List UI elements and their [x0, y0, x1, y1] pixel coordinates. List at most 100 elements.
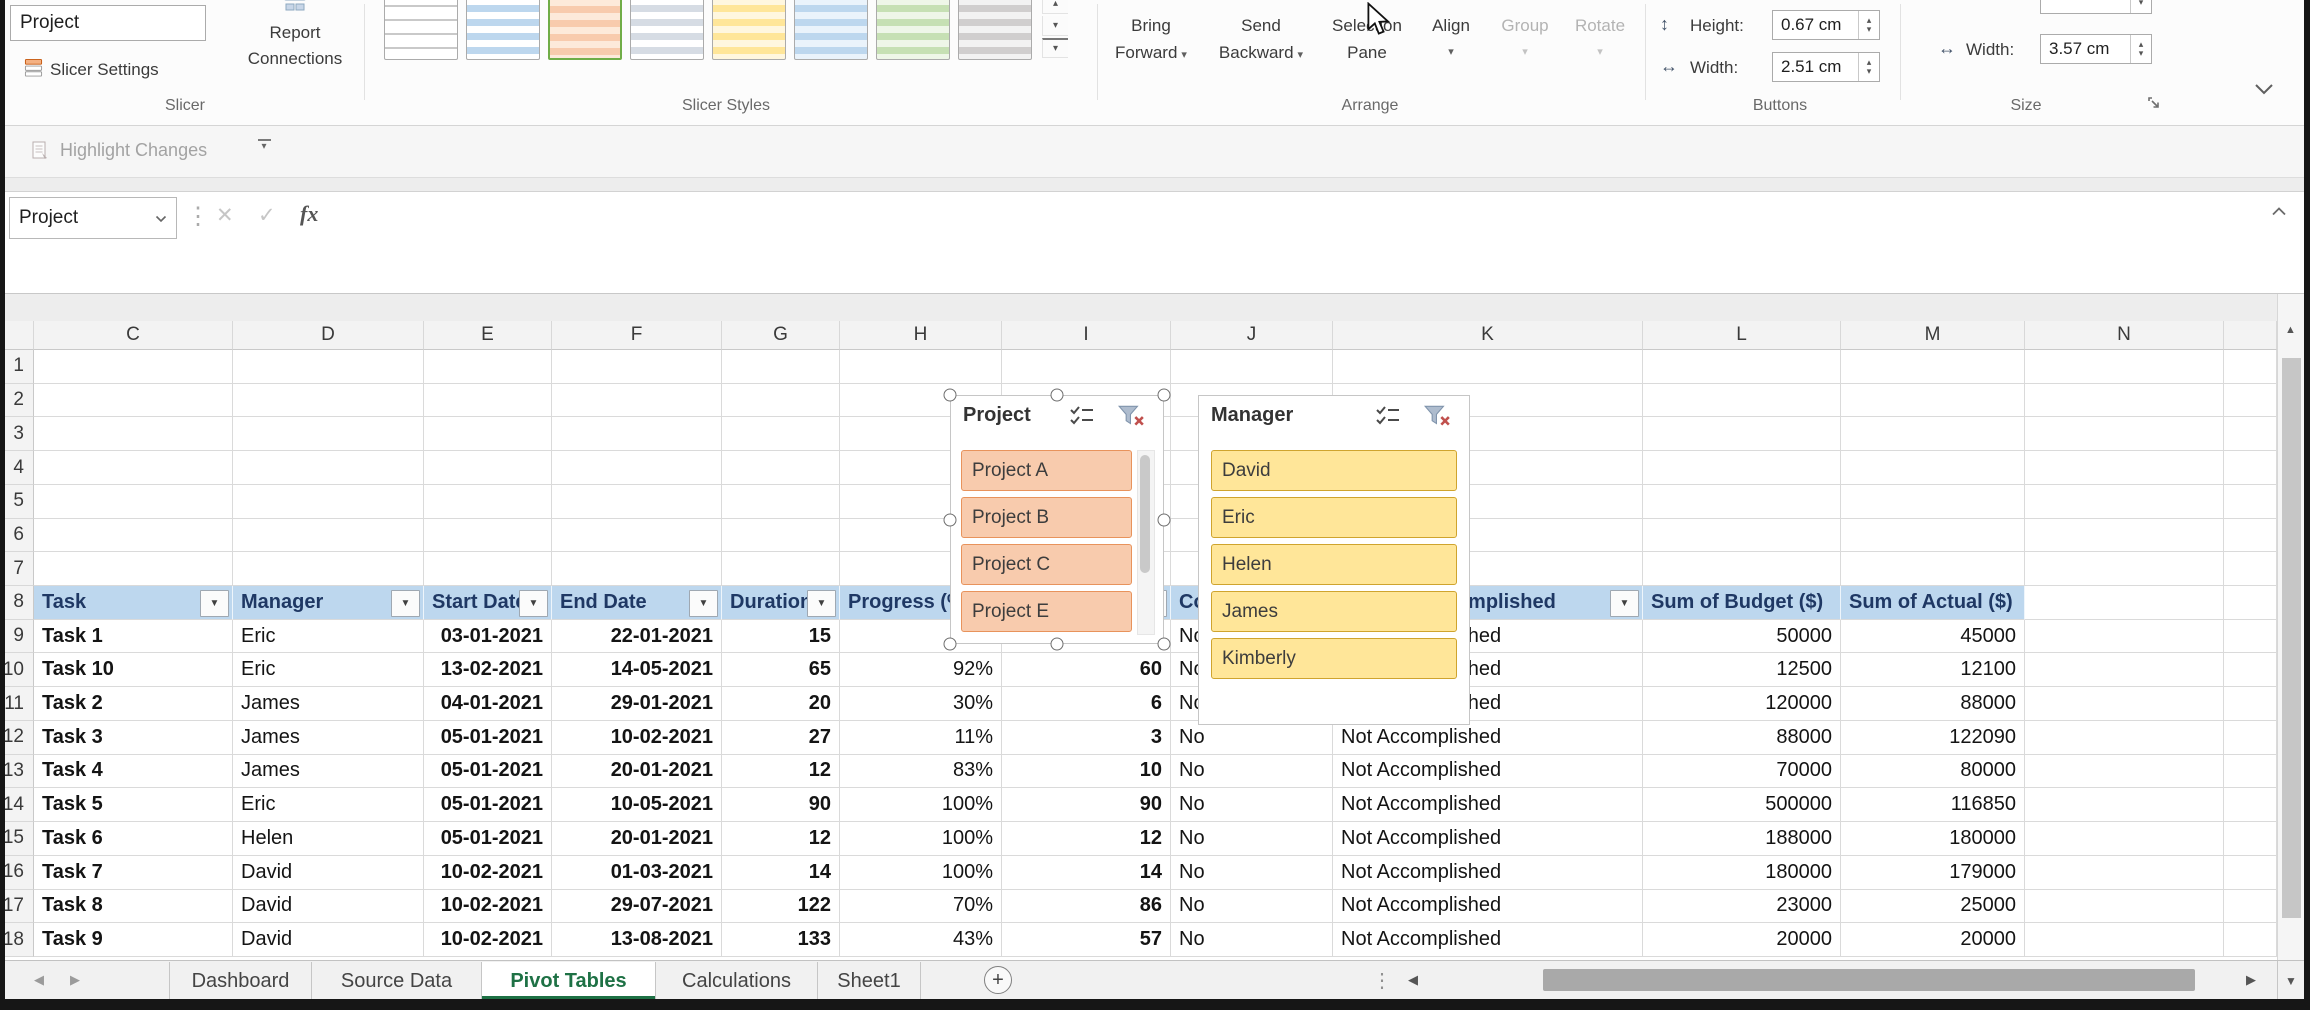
- cell-G6[interactable]: [722, 519, 840, 553]
- cell-G18[interactable]: 133: [722, 923, 840, 957]
- sheet-tab-sheet1[interactable]: Sheet1: [818, 962, 921, 1000]
- slicer-item-Project E[interactable]: Project E: [961, 591, 1132, 632]
- row-header-8[interactable]: 8: [0, 586, 34, 620]
- row-header-14[interactable]: 14: [0, 788, 34, 822]
- cell-M14[interactable]: 116850: [1841, 788, 2025, 822]
- cell-partial3[interactable]: [2224, 417, 2277, 451]
- size-height-spinner[interactable]: ▴▾: [2130, 0, 2151, 13]
- cell-N9[interactable]: [2025, 620, 2224, 654]
- row-header-17[interactable]: 17: [0, 890, 34, 924]
- column-header-E[interactable]: E: [424, 321, 552, 350]
- send-backward-button[interactable]: Send Backward▾: [1206, 12, 1316, 69]
- cell-G3[interactable]: [722, 417, 840, 451]
- cell-D2[interactable]: [233, 384, 424, 418]
- cell-E1[interactable]: [424, 350, 552, 384]
- slicer-style-gray[interactable]: [958, 0, 1032, 60]
- cell-L1[interactable]: [1643, 350, 1841, 384]
- cell-M6[interactable]: [1841, 519, 2025, 553]
- cell-J15[interactable]: No: [1171, 822, 1333, 856]
- filter-button[interactable]: ▼: [807, 590, 836, 617]
- scroll-up-icon[interactable]: ▲: [2285, 324, 2296, 336]
- spinner-down-icon[interactable]: ▾: [2139, 49, 2144, 58]
- cell-C15[interactable]: Task 6: [34, 822, 233, 856]
- row-header-9[interactable]: 9: [0, 620, 34, 654]
- column-header-M[interactable]: M: [1841, 321, 2025, 350]
- selection-handle[interactable]: [1051, 638, 1064, 651]
- cell-partial9[interactable]: [2224, 620, 2277, 654]
- selection-handle[interactable]: [1158, 638, 1171, 651]
- cell-E10[interactable]: 13-02-2021: [424, 653, 552, 687]
- cell-F15[interactable]: 20-01-2021: [552, 822, 722, 856]
- cell-E2[interactable]: [424, 384, 552, 418]
- cell-E5[interactable]: [424, 485, 552, 519]
- tab-scroll-right-icon[interactable]: ▶: [70, 972, 80, 988]
- sheet-tab-pivot-tables[interactable]: Pivot Tables: [482, 962, 656, 1000]
- cell-F16[interactable]: 01-03-2021: [552, 856, 722, 890]
- cell-K17[interactable]: Not Accomplished: [1333, 890, 1643, 924]
- horizontal-scrollbar-thumb[interactable]: [1543, 969, 2195, 991]
- row-header-7[interactable]: 7: [0, 552, 34, 586]
- cell-D6[interactable]: [233, 519, 424, 553]
- size-width-input[interactable]: 3.57 cm ▴▾: [2040, 34, 2152, 64]
- cell-H10[interactable]: 92%: [840, 653, 1002, 687]
- cell-J18[interactable]: No: [1171, 923, 1333, 957]
- cell-N4[interactable]: [2025, 451, 2224, 485]
- cell-F11[interactable]: 29-01-2021: [552, 687, 722, 721]
- cell-C10[interactable]: Task 10: [34, 653, 233, 687]
- row-header-2[interactable]: 2: [0, 384, 34, 418]
- cell-N2[interactable]: [2025, 384, 2224, 418]
- clear-filter-icon[interactable]: [1117, 404, 1147, 430]
- cell-partial17[interactable]: [2224, 890, 2277, 924]
- cell-G17[interactable]: 122: [722, 890, 840, 924]
- cell-partial4[interactable]: [2224, 451, 2277, 485]
- column-header-H[interactable]: H: [840, 321, 1002, 350]
- cell-L16[interactable]: 180000: [1643, 856, 1841, 890]
- cell-J13[interactable]: No: [1171, 755, 1333, 789]
- cell-C14[interactable]: Task 5: [34, 788, 233, 822]
- cell-M11[interactable]: 88000: [1841, 687, 2025, 721]
- column-header-J[interactable]: J: [1171, 321, 1333, 350]
- column-header-C[interactable]: C: [34, 321, 233, 350]
- cell-L18[interactable]: 20000: [1643, 923, 1841, 957]
- slicer-style-orange[interactable]: [548, 0, 622, 60]
- cell-M2[interactable]: [1841, 384, 2025, 418]
- cell-N3[interactable]: [2025, 417, 2224, 451]
- collapse-ribbon-icon[interactable]: [2252, 82, 2276, 101]
- cell-D10[interactable]: Eric: [233, 653, 424, 687]
- row-header-6[interactable]: 6: [0, 519, 34, 553]
- cell-E16[interactable]: 10-02-2021: [424, 856, 552, 890]
- cell-N13[interactable]: [2025, 755, 2224, 789]
- cell-partial12[interactable]: [2224, 721, 2277, 755]
- multi-select-icon[interactable]: [1375, 404, 1405, 430]
- slicer-style-light-blue[interactable]: [466, 0, 540, 60]
- slicer-scrollbar[interactable]: [1137, 450, 1155, 635]
- gallery-scroll-down-icon[interactable]: ▾: [1042, 16, 1068, 36]
- cell-partial7[interactable]: [2224, 552, 2277, 586]
- bring-forward-button[interactable]: Bring Forward▾: [1096, 12, 1206, 69]
- cell-L10[interactable]: 12500: [1643, 653, 1841, 687]
- cell-G9[interactable]: 15: [722, 620, 840, 654]
- cell-M10[interactable]: 12100: [1841, 653, 2025, 687]
- cell-D11[interactable]: James: [233, 687, 424, 721]
- gallery-more-icon[interactable]: ▾: [1042, 38, 1068, 58]
- cell-I12[interactable]: 3: [1002, 721, 1171, 755]
- tab-splitter-icon[interactable]: ⋮: [1372, 968, 1392, 993]
- cell-G7[interactable]: [722, 552, 840, 586]
- cell-L14[interactable]: 500000: [1643, 788, 1841, 822]
- table-header-Sum of Budget ($)[interactable]: Sum of Budget ($): [1643, 586, 1841, 620]
- vertical-scrollbar-thumb[interactable]: [2282, 358, 2301, 918]
- sheet-tab-dashboard[interactable]: Dashboard: [169, 962, 312, 1000]
- cell-H11[interactable]: 30%: [840, 687, 1002, 721]
- cell-N11[interactable]: [2025, 687, 2224, 721]
- cell-N5[interactable]: [2025, 485, 2224, 519]
- cell-H16[interactable]: 100%: [840, 856, 1002, 890]
- cell-C4[interactable]: [34, 451, 233, 485]
- cell-I18[interactable]: 57: [1002, 923, 1171, 957]
- table-header-Duration[interactable]: Duration▼: [722, 586, 840, 620]
- cell-N8[interactable]: [2025, 586, 2224, 620]
- cell-M4[interactable]: [1841, 451, 2025, 485]
- cell-E7[interactable]: [424, 552, 552, 586]
- slicer-scrollbar-thumb[interactable]: [1140, 455, 1150, 573]
- cell-I11[interactable]: 6: [1002, 687, 1171, 721]
- new-sheet-button[interactable]: +: [984, 966, 1012, 994]
